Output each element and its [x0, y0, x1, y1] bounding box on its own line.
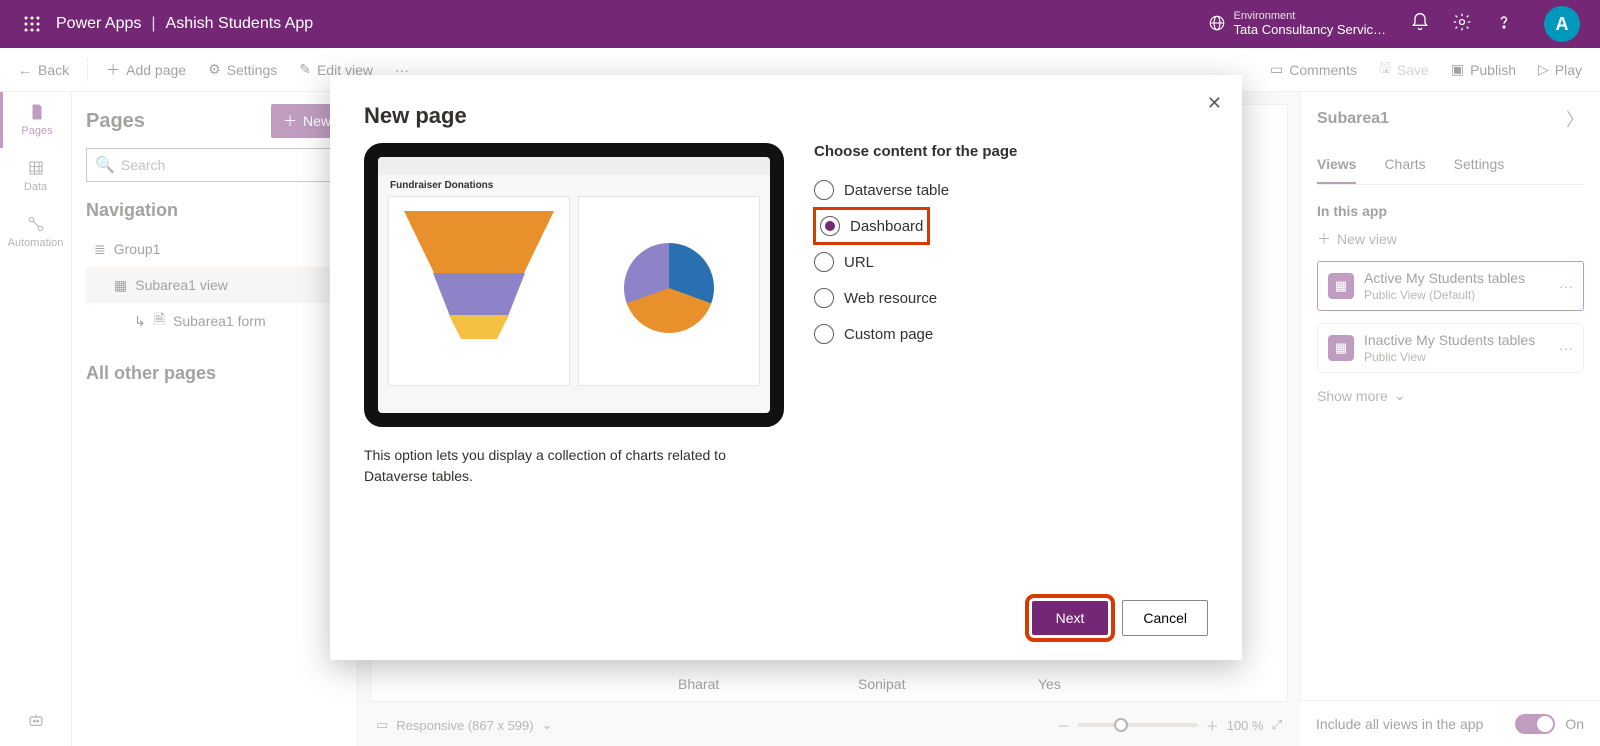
dialog-title: New page — [364, 103, 1208, 129]
bell-icon[interactable] — [1410, 12, 1430, 37]
next-button[interactable]: Next — [1032, 601, 1109, 635]
global-header: Power Apps | Ashish Students App Environ… — [0, 0, 1600, 48]
choose-label: Choose content for the page — [814, 143, 1208, 160]
option-description: This option lets you display a collectio… — [364, 445, 784, 487]
option-dashboard[interactable]: Dashboard — [814, 208, 929, 244]
help-icon[interactable] — [1494, 12, 1514, 37]
app-name[interactable]: Ashish Students App — [166, 15, 314, 33]
waffle-icon[interactable] — [8, 16, 56, 32]
breadcrumb: Power Apps | Ashish Students App — [56, 15, 313, 33]
cancel-button[interactable]: Cancel — [1122, 600, 1208, 636]
close-icon[interactable]: ✕ — [1207, 93, 1222, 114]
globe-icon — [1208, 14, 1226, 35]
gear-icon[interactable] — [1452, 12, 1472, 37]
option-url[interactable]: URL — [814, 244, 1208, 280]
new-page-dialog: New page ✕ Fundraiser Donations — [330, 75, 1242, 660]
env-label: Environment — [1234, 11, 1386, 22]
option-custom-page[interactable]: Custom page — [814, 316, 1208, 352]
dashboard-preview: Fundraiser Donations — [364, 143, 784, 427]
environment-picker[interactable]: Environment Tata Consultancy Servic… — [1208, 11, 1386, 37]
option-dataverse[interactable]: Dataverse table — [814, 172, 1208, 208]
product-name[interactable]: Power Apps — [56, 15, 141, 33]
option-web-resource[interactable]: Web resource — [814, 280, 1208, 316]
env-name: Tata Consultancy Servic… — [1234, 22, 1386, 37]
preview-title: Fundraiser Donations — [378, 175, 770, 196]
avatar[interactable]: A — [1544, 6, 1580, 42]
